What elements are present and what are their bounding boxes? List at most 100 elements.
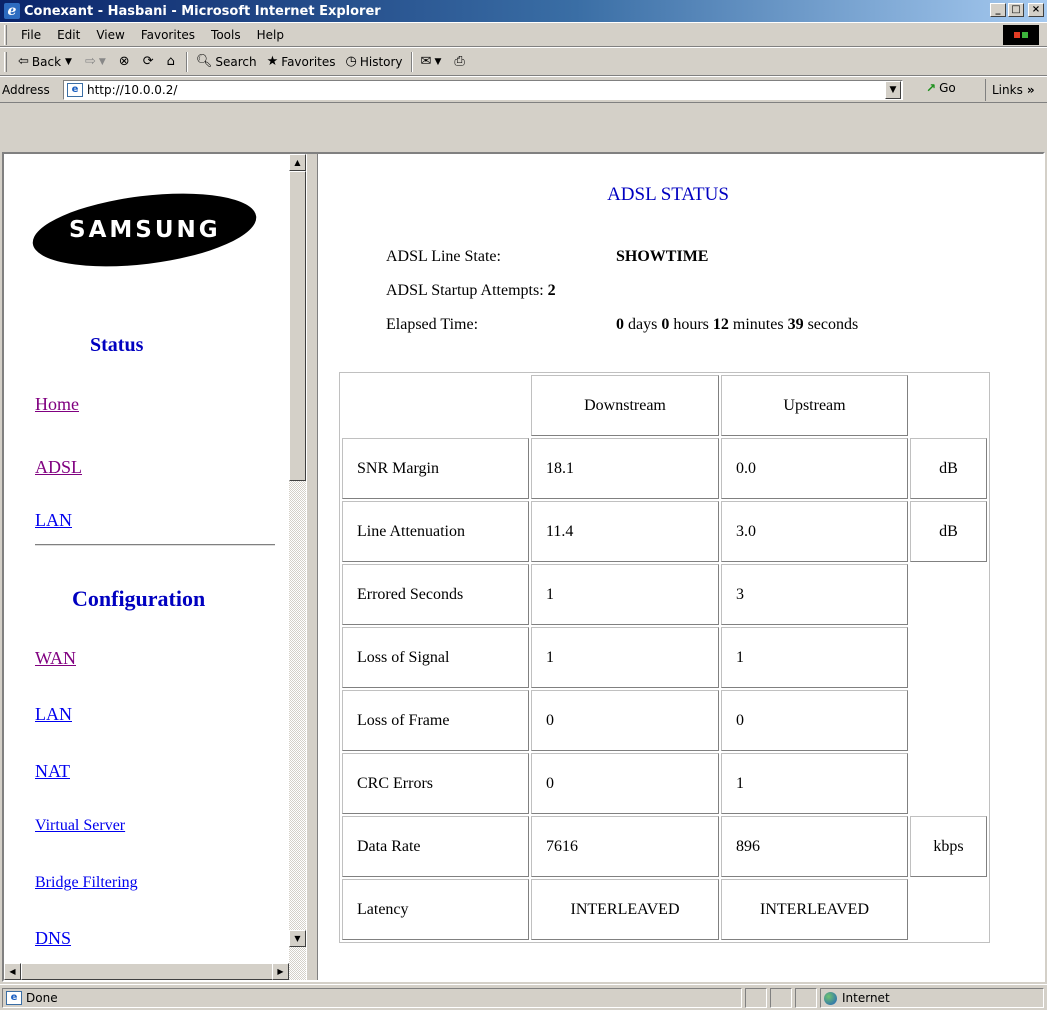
frame-splitter[interactable] <box>306 154 318 980</box>
table-row: SNR Margin 18.1 0.0 dB <box>342 438 987 499</box>
unit-cell <box>910 627 987 688</box>
upstream-value-cell: 0.0 <box>721 438 908 499</box>
table-header-row: Downstream Upstream <box>342 375 987 436</box>
downstream-value-cell: 7616 <box>531 816 719 877</box>
nav-link-home[interactable]: Home <box>35 394 79 415</box>
dropdown-arrow-icon: ▼ <box>434 56 442 67</box>
startup-attempts-value: 2 <box>547 282 556 299</box>
upstream-value-cell: 0 <box>721 690 908 751</box>
back-button[interactable]: ⇦ Back ▼ <box>13 54 80 69</box>
elapsed-hours: 0 <box>661 316 670 333</box>
favorites-icon: ★ <box>266 54 279 69</box>
samsung-logo: SAMSUNG <box>28 182 261 278</box>
scroll-right-button[interactable]: ▶ <box>272 963 289 980</box>
nav-vertical-scrollbar[interactable]: ▲ ▼ <box>289 154 306 964</box>
forward-button[interactable]: ⇨ ▼ <box>80 54 114 69</box>
menu-grip <box>4 24 7 45</box>
downstream-value-cell: 1 <box>531 627 719 688</box>
chevron-right-icon: » <box>1026 83 1035 97</box>
standard-toolbar: ⇦ Back ▼ ⇨ ▼ ⊗ ⟳ ⌂ 🔍︎ Search ★ Favorites… <box>0 47 1047 76</box>
line-state-value: SHOWTIME <box>616 248 709 265</box>
unit-cell <box>910 879 987 940</box>
nav-link-bridge-filtering[interactable]: Bridge Filtering <box>35 874 138 892</box>
close-button[interactable]: × <box>1028 3 1044 17</box>
nav-link-adsl[interactable]: ADSL <box>35 457 82 478</box>
globe-icon <box>824 991 837 1005</box>
stop-button[interactable]: ⊗ <box>114 54 138 69</box>
security-zone-text: Internet <box>842 991 890 1005</box>
nav-link-virtual-server[interactable]: Virtual Server <box>35 817 125 835</box>
scroll-left-button[interactable]: ◀ <box>4 963 21 980</box>
nav-horizontal-scrollbar[interactable]: ◀ ▶ <box>4 963 306 980</box>
search-button[interactable]: 🔍︎ Search <box>191 54 262 69</box>
page-icon: e <box>6 991 22 1005</box>
page-icon: e <box>67 83 83 97</box>
links-label: Links <box>992 83 1023 97</box>
unit-cell <box>910 690 987 751</box>
mail-button[interactable]: ✉ ▼ <box>416 54 450 69</box>
maximize-button[interactable]: □ <box>1008 3 1024 17</box>
forward-arrow-icon: ⇨ <box>84 54 96 69</box>
startup-attempts-label: ADSL Startup Attempts: <box>386 282 544 299</box>
menu-favorites[interactable]: Favorites <box>133 28 203 42</box>
startup-attempts-row: ADSL Startup Attempts: 2 <box>386 282 556 300</box>
menu-view[interactable]: View <box>88 28 132 42</box>
table-row: Errored Seconds 1 3 <box>342 564 987 625</box>
address-input[interactable]: e http://10.0.0.2/ <box>63 80 903 100</box>
downstream-value-cell: 11.4 <box>531 501 719 562</box>
dropdown-arrow-icon: ▼ <box>65 56 72 67</box>
scroll-thumb[interactable] <box>289 171 306 481</box>
home-button[interactable]: ⌂ <box>162 54 183 69</box>
menu-tools[interactable]: Tools <box>203 28 249 42</box>
ie-icon: e <box>4 3 20 19</box>
metric-label-cell: Loss of Signal <box>342 627 529 688</box>
favorites-button[interactable]: ★ Favorites <box>262 54 341 69</box>
go-arrow-icon: ↗ <box>926 81 937 95</box>
status-panel <box>770 988 792 1008</box>
print-button[interactable]: ⎙ <box>449 54 472 69</box>
menu-help[interactable]: Help <box>249 28 292 42</box>
menu-edit[interactable]: Edit <box>49 28 88 42</box>
address-dropdown-button[interactable]: ▼ <box>885 81 901 99</box>
address-url: http://10.0.0.2/ <box>87 83 178 97</box>
back-arrow-icon: ⇦ <box>18 54 29 69</box>
table-row: Loss of Frame 0 0 <box>342 690 987 751</box>
column-header: Upstream <box>721 375 908 436</box>
table-row: Loss of Signal 1 1 <box>342 627 987 688</box>
history-button[interactable]: ◷ History <box>341 54 408 69</box>
links-button[interactable]: Links » <box>985 79 1035 101</box>
upstream-value-cell: INTERLEAVED <box>721 879 908 940</box>
refresh-button[interactable]: ⟳ <box>138 54 162 69</box>
upstream-value-cell: 3 <box>721 564 908 625</box>
horizontal-scroll-thumb[interactable] <box>21 963 273 980</box>
mail-icon: ✉ <box>420 54 432 69</box>
adsl-stats-table: Downstream Upstream SNR Margin 18.1 0.0 dB Lin… <box>339 372 990 943</box>
minimize-button[interactable]: _ <box>990 3 1006 17</box>
status-text-panel: e Done <box>2 988 742 1008</box>
line-state-label: ADSL Line State: <box>386 248 501 265</box>
line-state-row: ADSL Line State: SHOWTIME <box>386 248 708 266</box>
downstream-value-cell: INTERLEAVED <box>531 879 719 940</box>
unit-cell <box>910 564 987 625</box>
blank-header-cell <box>910 375 987 436</box>
nav-link-lan-config[interactable]: LAN <box>35 704 72 725</box>
elapsed-time-label: Elapsed Time: <box>386 316 479 333</box>
scroll-down-button[interactable]: ▼ <box>289 930 306 947</box>
metric-label-cell: Data Rate <box>342 816 529 877</box>
history-icon: ◷ <box>345 54 357 69</box>
nav-link-wan[interactable]: WAN <box>35 648 76 669</box>
menu-file[interactable]: File <box>13 28 49 42</box>
go-button[interactable]: ↗ Go <box>926 81 956 95</box>
downstream-value-cell: 18.1 <box>531 438 719 499</box>
nav-link-lan-status[interactable]: LAN <box>35 510 72 531</box>
status-text: Done <box>26 991 58 1005</box>
metric-label-cell: Latency <box>342 879 529 940</box>
nav-link-nat[interactable]: NAT <box>35 761 70 782</box>
elapsed-days: 0 <box>616 316 624 333</box>
scroll-up-button[interactable]: ▲ <box>289 154 306 171</box>
configuration-heading: Configuration <box>72 586 206 611</box>
back-label: Back <box>31 54 62 69</box>
nav-link-dns[interactable]: DNS <box>35 928 71 949</box>
table-row: CRC Errors 0 1 <box>342 753 987 814</box>
metric-label-cell: Loss of Frame <box>342 690 529 751</box>
